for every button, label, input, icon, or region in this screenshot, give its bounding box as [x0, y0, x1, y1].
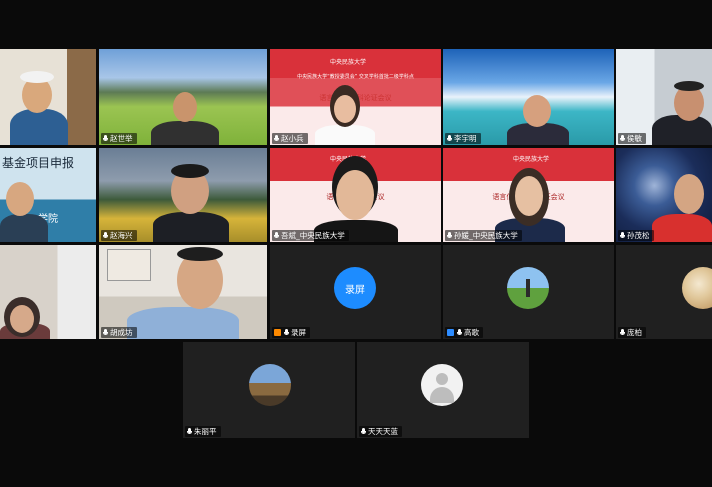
mic-icon [457, 329, 462, 336]
mic-icon [447, 135, 452, 142]
video-tile-2[interactable]: 赵世举 [99, 49, 267, 145]
participant-avatar [682, 267, 712, 309]
mic-icon [284, 329, 289, 336]
university-logo-text: 中央民族大学 [513, 156, 550, 163]
participant-name-label: 录屏 [272, 327, 310, 338]
participant-name-label: 赵海兴 [101, 230, 137, 241]
participant-name-label: 朱丽平 [185, 426, 221, 437]
screen-share-icon [447, 329, 454, 336]
video-tile-12[interactable]: 胡成坊 [99, 245, 267, 339]
participant-avatar [249, 364, 291, 406]
university-logo-text: 中央民族大学 [330, 59, 367, 66]
mic-icon [361, 428, 366, 435]
mic-icon [620, 329, 625, 336]
participant-avatar [507, 267, 549, 309]
video-tile-16[interactable]: 朱丽平 [183, 342, 355, 438]
participant-name-label: 吾斌_中央民族大学 [272, 230, 349, 241]
video-tile-17[interactable]: 天天天蓝 [357, 342, 529, 438]
video-tile-14[interactable]: 高歌 [443, 245, 614, 339]
participant-name-label: 赵小兵 [272, 133, 308, 144]
video-tile-13[interactable]: 录屏 录屏 [270, 245, 441, 339]
mic-icon [274, 232, 279, 239]
mic-icon [187, 428, 192, 435]
video-tile-1[interactable] [0, 49, 96, 145]
video-tile-9[interactable]: 中央民族大学 语言信息 学科论证会议 孙媛_中央民族大学 [443, 148, 614, 242]
mic-icon [447, 232, 452, 239]
participant-name-label: 孙茂松 [618, 230, 654, 241]
video-tile-5[interactable]: 侯敏 [616, 49, 712, 145]
video-tile-7[interactable]: 赵海兴 [99, 148, 267, 242]
video-tile-10[interactable]: 孙茂松 [616, 148, 712, 242]
participant-name-label: 侯敏 [618, 133, 646, 144]
video-tile-8[interactable]: 中央民族大学 语言信息 论证会议 吾斌_中央民族大学 [270, 148, 441, 242]
participant-name-label: 胡成坊 [101, 327, 137, 338]
participant-name-label: 孙媛_中央民族大学 [445, 230, 522, 241]
wall-painting [107, 249, 151, 281]
mic-icon [620, 135, 625, 142]
video-tile-15[interactable]: 庞柏 [616, 245, 712, 339]
mic-icon [103, 232, 108, 239]
default-avatar-icon [421, 364, 463, 406]
poster-text: 基金项目申报 [2, 156, 75, 170]
participant-name-label: 高歌 [445, 327, 483, 338]
mic-icon [103, 135, 108, 142]
video-tile-3[interactable]: 中央民族大学 中央民族大学“教授委员会” 交叉学科首批二级学科点 语言信息 学科… [270, 49, 441, 145]
participant-name-label: 庞柏 [618, 327, 646, 338]
video-tile-4[interactable]: 李宇明 [443, 49, 614, 145]
slide-title: 中央民族大学“教授委员会” 交叉学科首批二级学科点 [297, 74, 414, 80]
video-tile-6[interactable]: 基金项目申报 学院 [0, 148, 96, 242]
participant-name-label: 天天天蓝 [359, 426, 402, 437]
video-tile-11[interactable] [0, 245, 96, 339]
participant-name-label: 李宇明 [445, 133, 481, 144]
mic-icon [103, 329, 108, 336]
participant-name-label: 赵世举 [101, 133, 137, 144]
mic-icon [620, 232, 625, 239]
record-avatar-button[interactable]: 录屏 [334, 267, 376, 309]
screen-record-icon [274, 329, 281, 336]
mic-icon [274, 135, 279, 142]
